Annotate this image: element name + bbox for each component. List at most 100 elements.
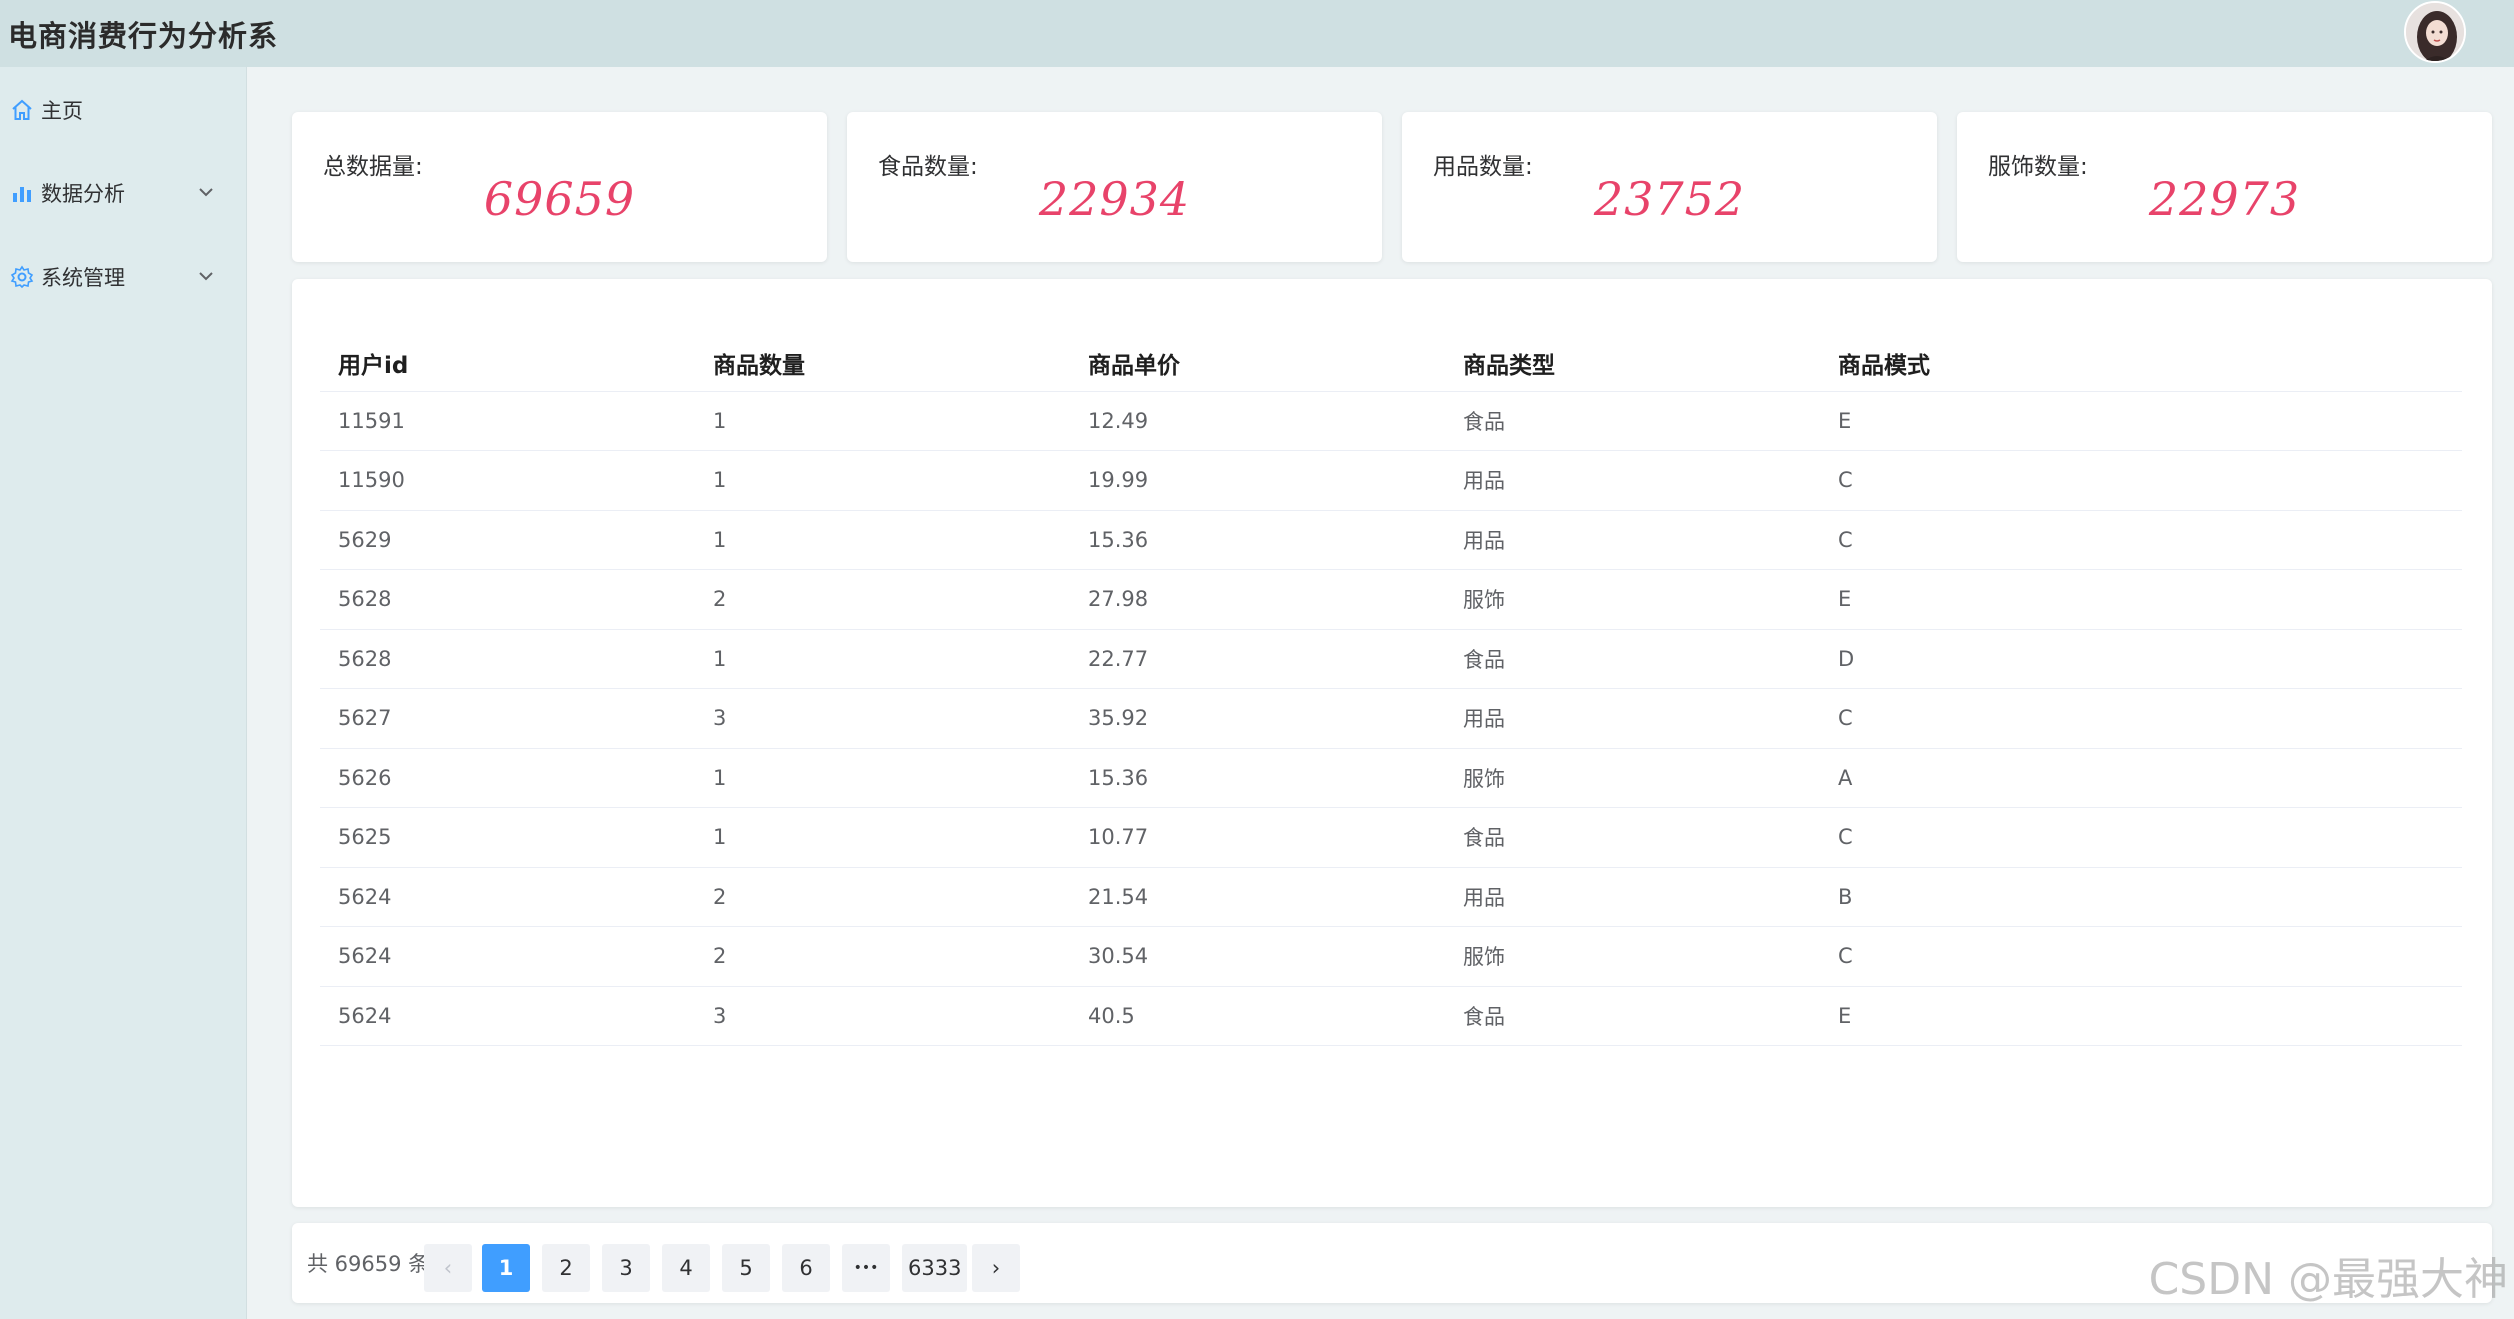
stat-card-apparel: 服饰数量: 22973	[1957, 112, 2492, 262]
table-cell: 12.49	[1070, 391, 1445, 451]
table-row[interactable]: 11590 1 19.99 用品 C	[320, 450, 2462, 511]
table-row[interactable]: 5629 1 15.36 用品 C	[320, 510, 2462, 570]
table-cell: 服饰	[1445, 748, 1820, 808]
sidebar: 主页 数据分析 系统管理	[0, 67, 247, 1319]
gear-icon	[9, 264, 35, 290]
table-row[interactable]: 11591 1 12.49 食品 E	[320, 391, 2462, 451]
table-cell: 5626	[320, 748, 695, 808]
table-cell: 1	[695, 510, 1070, 570]
table-row[interactable]: 5628 2 27.98 服饰 E	[320, 569, 2462, 630]
column-header-unit-price[interactable]: 商品单价	[1070, 336, 1445, 392]
app-title: 电商消费行为分析系	[8, 18, 279, 53]
table-cell: 5624	[320, 986, 695, 1046]
column-header-quantity[interactable]: 商品数量	[695, 336, 1070, 392]
table-cell: 11591	[320, 391, 695, 451]
column-header-user-id[interactable]: 用户id	[320, 336, 695, 392]
table-row[interactable]: 5628 1 22.77 食品 D	[320, 629, 2462, 689]
table-cell: 用品	[1445, 450, 1820, 511]
table-cell: C	[1820, 450, 2462, 511]
sidebar-item-label: 数据分析	[41, 182, 125, 206]
page-button-last[interactable]: 6333	[902, 1244, 968, 1292]
table-cell: 11590	[320, 450, 695, 511]
table-cell: 2	[695, 867, 1070, 927]
main-content: 总数据量: 69659 食品数量: 22934 用品数量: 23752 服饰数量…	[247, 67, 2514, 1319]
bar-chart-icon	[9, 180, 35, 206]
table-header-row: 用户id 商品数量 商品单价 商品类型 商品模式	[320, 336, 2462, 392]
table-cell: 15.36	[1070, 510, 1445, 570]
table-cell: E	[1820, 391, 2462, 451]
table-cell: 5624	[320, 926, 695, 987]
table-cell: 40.5	[1070, 986, 1445, 1046]
table-cell: 服饰	[1445, 569, 1820, 630]
avatar-image	[2406, 3, 2464, 61]
page-button-1[interactable]: 1	[482, 1244, 530, 1292]
table-cell: 1	[695, 629, 1070, 689]
table-cell: 服饰	[1445, 926, 1820, 987]
next-page-button[interactable]: ›	[972, 1244, 1020, 1292]
table-cell: 1	[695, 807, 1070, 868]
stat-value: 22973	[2148, 172, 2301, 226]
table-cell: 35.92	[1070, 688, 1445, 749]
table-row[interactable]: 5624 2 30.54 服饰 C	[320, 926, 2462, 987]
table-cell: C	[1820, 510, 2462, 570]
sidebar-item-label: 系统管理	[41, 266, 125, 290]
table-cell: 15.36	[1070, 748, 1445, 808]
table-cell: A	[1820, 748, 2462, 808]
table-row[interactable]: 5626 1 15.36 服饰 A	[320, 748, 2462, 808]
table-cell: 5628	[320, 629, 695, 689]
page-button-6[interactable]: 6	[782, 1244, 830, 1292]
stat-value: 69659	[483, 172, 636, 226]
table-cell: D	[1820, 629, 2462, 689]
table-cell: 1	[695, 450, 1070, 511]
table-cell: E	[1820, 986, 2462, 1046]
page-button-3[interactable]: 3	[602, 1244, 650, 1292]
table-cell: 5625	[320, 807, 695, 868]
page-button-5[interactable]: 5	[722, 1244, 770, 1292]
table-cell: E	[1820, 569, 2462, 630]
sidebar-item-label: 主页	[41, 99, 83, 123]
table-cell: 3	[695, 986, 1070, 1046]
sidebar-item-system-management[interactable]: 系统管理	[0, 247, 247, 307]
table-cell: 5624	[320, 867, 695, 927]
table-cell: C	[1820, 807, 2462, 868]
data-table: 用户id 商品数量 商品单价 商品类型 商品模式 11591 1 12.49 食品 E 1…	[320, 336, 2462, 1046]
home-icon	[9, 97, 35, 123]
table-cell: 21.54	[1070, 867, 1445, 927]
sidebar-item-data-analysis[interactable]: 数据分析	[0, 163, 247, 223]
table-cell: 5627	[320, 688, 695, 749]
table-cell: B	[1820, 867, 2462, 927]
stat-value: 22934	[1038, 172, 1191, 226]
table-cell: 用品	[1445, 688, 1820, 749]
table-cell: 2	[695, 926, 1070, 987]
table-cell: 用品	[1445, 510, 1820, 570]
table-row[interactable]: 5627 3 35.92 用品 C	[320, 688, 2462, 749]
table-cell: 27.98	[1070, 569, 1445, 630]
table-cell: 3	[695, 688, 1070, 749]
data-table-card: 用户id 商品数量 商品单价 商品类型 商品模式 11591 1 12.49 食品 E 1…	[292, 279, 2492, 1207]
table-cell: C	[1820, 688, 2462, 749]
table-cell: 1	[695, 391, 1070, 451]
table-cell: 食品	[1445, 807, 1820, 868]
sidebar-item-home[interactable]: 主页	[0, 80, 247, 140]
column-header-category[interactable]: 商品类型	[1445, 336, 1820, 392]
table-cell: 用品	[1445, 867, 1820, 927]
table-cell: 5629	[320, 510, 695, 570]
table-cell: 5628	[320, 569, 695, 630]
table-cell: 2	[695, 569, 1070, 630]
table-cell: 10.77	[1070, 807, 1445, 868]
stat-value: 23752	[1593, 172, 1746, 226]
user-avatar[interactable]	[2404, 1, 2466, 63]
top-bar: 电商消费行为分析系	[0, 0, 2514, 67]
chevron-down-icon	[195, 265, 217, 287]
page-button-4[interactable]: 4	[662, 1244, 710, 1292]
page-button-2[interactable]: 2	[542, 1244, 590, 1292]
table-row[interactable]: 5624 3 40.5 食品 E	[320, 986, 2462, 1046]
table-cell: 食品	[1445, 391, 1820, 451]
column-header-mode[interactable]: 商品模式	[1820, 336, 2462, 392]
table-row[interactable]: 5624 2 21.54 用品 B	[320, 867, 2462, 927]
pagination-total: 共 69659 条	[307, 1252, 430, 1276]
prev-page-button[interactable]: ‹	[424, 1244, 472, 1292]
table-row[interactable]: 5625 1 10.77 食品 C	[320, 807, 2462, 868]
more-pages-button[interactable]: •••	[842, 1244, 890, 1292]
table-cell: 食品	[1445, 986, 1820, 1046]
